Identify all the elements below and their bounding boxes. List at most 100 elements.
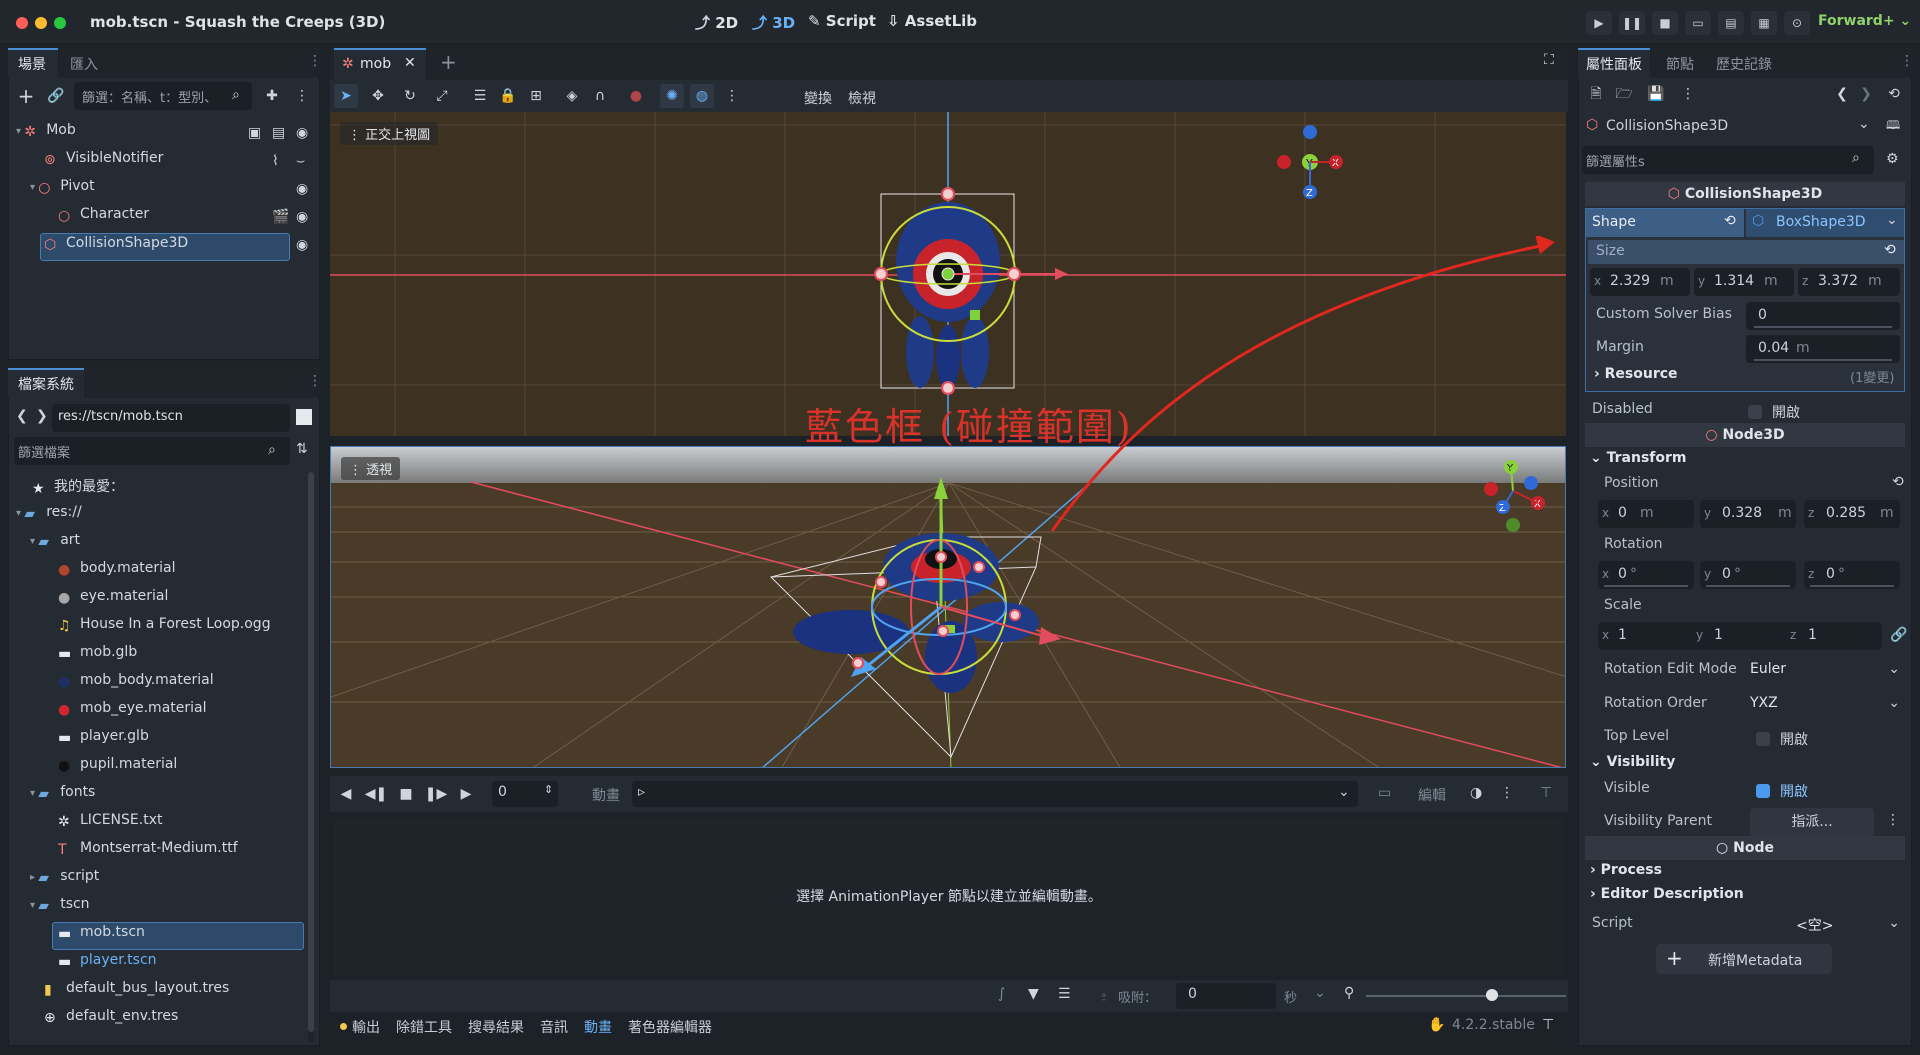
transform-menu[interactable]: 變換 xyxy=(804,88,832,108)
fs-folder-res[interactable]: ▾ ▰ res:// xyxy=(16,504,82,530)
sort-icon[interactable]: ⇅ xyxy=(296,441,308,457)
tab-mob[interactable]: ✲ mob ✕ xyxy=(334,48,426,80)
tree-node-collisionshape3d[interactable]: ⬡ CollisionShape3D xyxy=(44,235,188,261)
rotation-edit-mode-select[interactable]: Euler ⌄ xyxy=(1750,661,1900,677)
scene-filter-input[interactable]: 篩選：名稱、t：型別、 ⌕ xyxy=(74,82,252,110)
onion-skin-icon[interactable]: ◑ xyxy=(1470,785,1482,801)
remote-debug-icon[interactable]: ▭ xyxy=(1685,11,1711,35)
viewport-menu[interactable]: ⋮ 透視 xyxy=(341,457,401,480)
tab-animation[interactable]: 動畫 xyxy=(584,1017,612,1037)
fs-file[interactable]: ⊕ default_env.tres xyxy=(44,1008,178,1034)
fs-file[interactable]: ● eye.material xyxy=(58,588,168,614)
resource-section[interactable]: › Resource xyxy=(1594,366,1678,382)
editor-description-section[interactable]: › Editor Description xyxy=(1590,886,1744,902)
rotation-x-field[interactable]: x 0 ° xyxy=(1598,561,1694,589)
scale-tool-icon[interactable]: ⤢ xyxy=(430,84,454,108)
pin-icon[interactable]: ⊤ xyxy=(1540,785,1552,801)
camera-preview-icon[interactable]: ● xyxy=(624,84,648,108)
fs-folder-art[interactable]: ▾ ▰ art xyxy=(30,532,80,558)
visibility-eye-icon[interactable]: ◉ xyxy=(296,209,308,225)
fs-file-selected[interactable]: ▬ mob.tscn xyxy=(58,924,145,950)
tree-node-pivot[interactable]: ▾ ○ Pivot xyxy=(30,178,95,204)
stop-icon[interactable]: ■ xyxy=(394,782,418,806)
revert-icon[interactable]: ⟲ xyxy=(1884,242,1896,258)
fs-folder-tscn[interactable]: ▾ ▰ tscn xyxy=(30,896,90,922)
fs-folder-script[interactable]: ▸ ▰ script xyxy=(30,868,99,894)
fs-scrollbar[interactable] xyxy=(308,472,314,1042)
pin-panel-icon[interactable]: ⊤ xyxy=(1542,1017,1554,1033)
fs-file[interactable]: ♫ House In a Forest Loop.ogg xyxy=(58,616,271,642)
renderer-select[interactable]: Forward+ ⌄ xyxy=(1818,13,1911,29)
animation-select[interactable]: ▹ ⌄ xyxy=(632,781,1358,807)
fs-path-field[interactable]: res://tscn/mob.tscn xyxy=(52,404,290,432)
rotation-y-field[interactable]: y 0 ° xyxy=(1700,561,1796,589)
history-back-icon[interactable]: ❮ xyxy=(1830,82,1854,106)
split-mode-icon[interactable] xyxy=(296,409,312,425)
instance-scene-icon[interactable]: 🔗 xyxy=(44,84,68,108)
local-space-icon[interactable]: ◈ xyxy=(560,84,584,108)
mode-3d-button[interactable]: ⤴ 3D xyxy=(752,12,795,33)
tab-output[interactable]: 輸出 xyxy=(352,1017,380,1037)
rotation-z-field[interactable]: z 0 ° xyxy=(1804,561,1900,589)
tree-node-visiblenotifier[interactable]: ⊚ VisibleNotifier xyxy=(44,150,163,176)
object-history-icon[interactable]: ⟲ xyxy=(1882,82,1906,106)
visibility-eye-icon[interactable]: ◉ xyxy=(296,181,308,197)
lock-icon[interactable]: 🔒 xyxy=(496,84,520,108)
position-x-field[interactable]: x0m xyxy=(1598,500,1694,528)
dock-menu-icon[interactable]: ⋮ xyxy=(1900,53,1914,69)
chevron-down-icon[interactable]: ⌄ xyxy=(1314,985,1326,1001)
fs-favorites[interactable]: ★ 我的最愛： xyxy=(32,476,124,502)
play-backwards-start-icon[interactable]: ◀❚ xyxy=(364,782,388,806)
play-from-start-icon[interactable]: ❚▶ xyxy=(424,782,448,806)
filter-icon[interactable]: ▼ xyxy=(1028,986,1039,1002)
edit-menu[interactable]: 編輯 xyxy=(1418,785,1446,805)
mode-assetlib-button[interactable]: ⇩ AssetLib xyxy=(887,12,977,30)
fs-file[interactable]: ▬ player.tscn xyxy=(58,952,157,978)
history-forward-icon[interactable]: ❯ xyxy=(1854,82,1878,106)
fs-file[interactable]: ✲ LICENSE.txt xyxy=(58,812,162,838)
fs-filter-input[interactable]: 篩選檔案 ⌕ xyxy=(14,437,290,465)
frame-spinbox[interactable]: 0 ⇕ xyxy=(492,781,558,807)
snap-unit-select[interactable]: 秒 xyxy=(1284,987,1297,1006)
bezier-icon[interactable]: ∫ xyxy=(998,986,1005,1002)
property-filter-input[interactable]: 篩選屬性s ⌕ xyxy=(1582,146,1874,174)
snap-input[interactable]: 0 xyxy=(1176,983,1276,1009)
zoom-slider[interactable] xyxy=(1366,995,1566,997)
scene-menu-icon[interactable]: ⋮ xyxy=(290,84,314,108)
solver-bias-field[interactable]: 0 xyxy=(1746,302,1900,330)
visible-checkbox[interactable]: 開啟 xyxy=(1756,781,1808,801)
visibility-eye-icon[interactable]: ◉ xyxy=(296,237,308,253)
fs-file[interactable]: ● pupil.material xyxy=(58,756,177,782)
anim-menu-icon[interactable]: ⋮ xyxy=(1500,785,1514,801)
tab-shader-editor[interactable]: 著色器編輯器 xyxy=(628,1017,712,1037)
mode-script-button[interactable]: ✎ Script xyxy=(808,12,876,30)
mode-2d-button[interactable]: ⤴ 2D xyxy=(695,12,738,33)
snap-icon[interactable]: ∩ xyxy=(588,84,612,108)
disabled-checkbox[interactable]: 開啟 xyxy=(1748,402,1800,422)
signal-icon[interactable]: ⌇ xyxy=(272,153,279,169)
stop-icon[interactable]: ■ xyxy=(1652,11,1678,35)
environment-preview-icon[interactable]: ◍ xyxy=(690,84,714,108)
shape-resource-picker[interactable]: ⬡ BoxShape3D ⌄ xyxy=(1746,209,1904,237)
new-tab-icon[interactable]: + xyxy=(440,50,457,74)
zoom-slider-handle[interactable] xyxy=(1486,989,1498,1001)
revert-icon[interactable]: ⟲ xyxy=(1892,474,1904,490)
assign-node-button[interactable]: 指派... xyxy=(1750,808,1874,836)
dock-menu-icon[interactable]: ⋮ xyxy=(308,53,322,69)
tab-history[interactable]: 歷史記錄 xyxy=(1716,54,1772,74)
top-level-checkbox[interactable]: 開啟 xyxy=(1756,729,1808,749)
list-select-icon[interactable]: ☰ xyxy=(468,84,492,108)
fs-folder-fonts[interactable]: ▾ ▰ fonts xyxy=(30,784,95,810)
rotate-tool-icon[interactable]: ↻ xyxy=(398,84,422,108)
autoplay-icon[interactable]: ▭ xyxy=(1378,785,1391,801)
attach-script-icon[interactable]: ✚ xyxy=(260,84,284,108)
tab-scene[interactable]: 場景 xyxy=(18,54,46,74)
track-list-icon[interactable]: ☰ xyxy=(1058,986,1071,1002)
viewport-menu[interactable]: ⋮ 正交上視圖 xyxy=(340,122,439,145)
open-docs-icon[interactable]: 🕮 xyxy=(1886,116,1900,137)
move-tool-icon[interactable]: ✥ xyxy=(366,84,390,108)
play-custom-scene-icon[interactable]: ▦ xyxy=(1751,11,1777,35)
tab-inspector[interactable]: 屬性面板 xyxy=(1586,54,1642,74)
link-scale-icon[interactable]: 🔗 xyxy=(1890,627,1907,643)
property-menu-icon[interactable]: ⋮ xyxy=(1886,812,1900,828)
